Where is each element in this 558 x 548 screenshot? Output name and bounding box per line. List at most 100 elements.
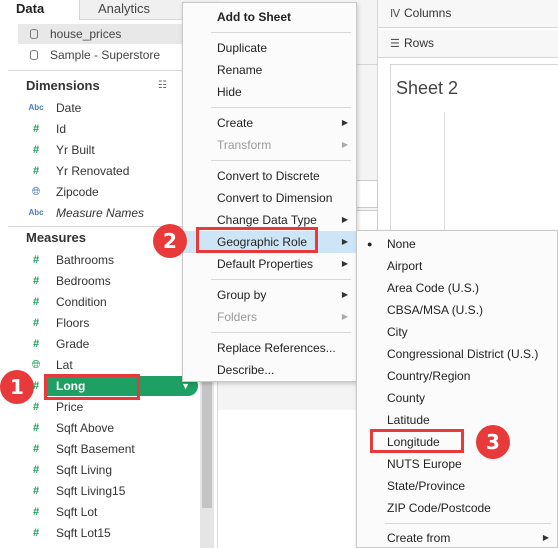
number-icon: # [32,422,40,434]
menu-describe[interactable]: Describe... [183,359,356,381]
menu-transform: Transform ▶ [183,134,356,156]
field-id[interactable]: # Id [26,119,198,139]
chevron-right-icon: ▶ [341,118,348,127]
callout-highlight-geographic-role [196,227,318,253]
geo-latitude[interactable]: Latitude [357,409,557,431]
menu-separator [211,279,351,280]
menu-separator [385,523,551,524]
field-condition[interactable]: # Condition [26,292,198,312]
field-yr-renovated[interactable]: # Yr Renovated [26,161,198,181]
number-icon: # [32,506,40,518]
field-context-menu: Add to Sheet Duplicate Rename Hide Creat… [182,2,357,382]
geo-state-province[interactable]: State/Province [357,475,557,497]
field-floors[interactable]: # Floors [26,313,198,333]
rows-shelf[interactable]: ☰ Rows [378,30,558,58]
chevron-right-icon: ▶ [341,312,348,321]
geo-zip-postcode[interactable]: ZIP Code/Postcode [357,497,557,519]
chevron-right-icon: ▶ [341,259,348,268]
menu-separator [211,332,351,333]
number-icon: # [32,527,40,539]
globe-icon: 🌐︎ [31,359,41,371]
field-zipcode[interactable]: 🌐︎ Zipcode [26,182,198,202]
field-sqft-living[interactable]: # Sqft Living [26,460,198,480]
callout-badge-2: 2 [153,224,187,258]
geo-airport[interactable]: Airport [357,255,557,277]
field-grade[interactable]: # Grade [26,334,198,354]
menu-separator [211,107,351,108]
scrollbar[interactable] [200,370,214,548]
number-icon: # [32,401,40,413]
geo-city[interactable]: City [357,321,557,343]
number-icon: # [32,296,40,308]
field-bedrooms[interactable]: # Bedrooms [26,271,198,291]
geographic-role-submenu: ● None Airport Area Code (U.S.) CBSA/MSA … [356,230,558,548]
menu-folders: Folders ▶ [183,306,356,328]
menu-hide[interactable]: Hide [183,81,356,103]
datasource-house-prices[interactable]: house_prices [18,24,182,44]
geo-none[interactable]: ● None [357,233,557,255]
geo-nuts-europe[interactable]: NUTS Europe [357,453,557,475]
number-icon: # [32,123,40,135]
rows-icon: ☰ [390,38,400,50]
columns-shelf[interactable]: Ⅳ Columns [378,0,558,28]
number-icon: # [32,254,40,266]
menu-convert-to-dimension[interactable]: Convert to Dimension [183,187,356,209]
callout-badge-1: 1 [0,370,34,404]
chevron-right-icon: ▶ [341,290,348,299]
abc-icon: Abc [28,208,44,217]
number-icon: # [32,275,40,287]
measures-heading: Measures [26,230,86,245]
chevron-right-icon: ▶ [341,140,348,149]
number-icon: # [32,443,40,455]
columns-icon: Ⅳ [390,8,401,20]
geo-country-region[interactable]: Country/Region [357,365,557,387]
number-icon: # [32,165,40,177]
tab-analytics[interactable]: Analytics [86,0,162,20]
number-icon: # [32,338,40,350]
axis-line [444,112,445,232]
menu-separator [211,32,351,33]
sheet-title[interactable]: Sheet 2 [396,78,458,99]
menu-convert-to-discrete[interactable]: Convert to Discrete [183,165,356,187]
callout-highlight-long [44,374,140,400]
number-icon: # [32,144,40,156]
number-icon: # [32,317,40,329]
abc-icon: Abc [28,103,44,112]
menu-duplicate[interactable]: Duplicate [183,37,356,59]
geo-create-from[interactable]: Create from ▶ [357,527,557,548]
field-price[interactable]: # Price [26,397,198,417]
selected-bullet-icon: ● [367,239,373,249]
field-yr-built[interactable]: # Yr Built [26,140,198,160]
view-toggle-icon[interactable]: ☷ [158,80,167,91]
number-icon: # [32,464,40,476]
datasource-superstore[interactable]: Sample - Superstore [18,45,160,65]
field-sqft-above[interactable]: # Sqft Above [26,418,198,438]
field-sqft-lot15[interactable]: # Sqft Lot15 [26,523,198,543]
field-sqft-living15[interactable]: # Sqft Living15 [26,481,198,501]
menu-default-properties[interactable]: Default Properties ▶ [183,253,356,275]
field-measure-names[interactable]: Abc Measure Names [26,203,198,223]
field-sqft-lot[interactable]: # Sqft Lot [26,502,198,522]
geo-congressional-district[interactable]: Congressional District (U.S.) [357,343,557,365]
menu-rename[interactable]: Rename [183,59,356,81]
number-icon: # [32,485,40,497]
field-sqft-basement[interactable]: # Sqft Basement [26,439,198,459]
menu-replace-references[interactable]: Replace References... [183,337,356,359]
menu-create[interactable]: Create ▶ [183,112,356,134]
geo-area-code[interactable]: Area Code (U.S.) [357,277,557,299]
divider [8,70,198,71]
callout-highlight-longitude [370,429,464,453]
field-date[interactable]: Abc Date [26,98,198,118]
chevron-right-icon: ▶ [341,215,348,224]
globe-icon: 🌐︎ [31,186,41,198]
tab-data[interactable]: Data [0,0,80,20]
menu-separator [211,160,351,161]
menu-group-by[interactable]: Group by ▶ [183,284,356,306]
menu-add-to-sheet[interactable]: Add to Sheet [183,6,356,28]
geo-county[interactable]: County [357,387,557,409]
scrollbar-thumb[interactable] [202,378,212,508]
field-lat[interactable]: 🌐︎ Lat [26,355,198,375]
cards-area [218,410,378,548]
geo-cbsa-msa[interactable]: CBSA/MSA (U.S.) [357,299,557,321]
dimensions-heading: Dimensions [26,78,100,93]
